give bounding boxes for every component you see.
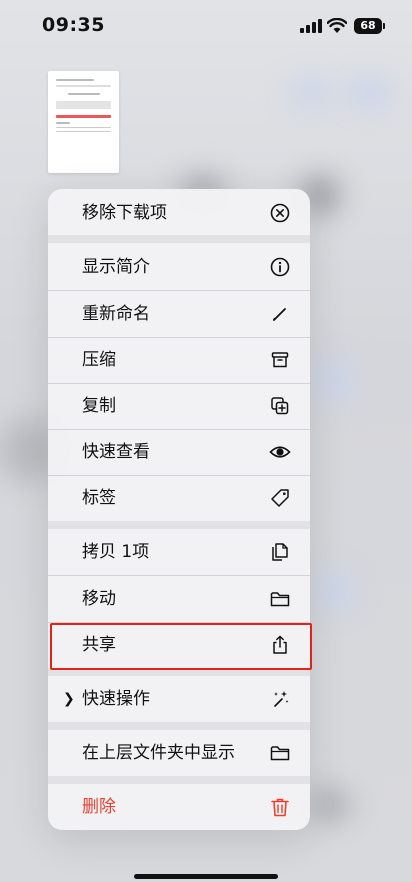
- menu-item-label: 移动: [82, 589, 116, 609]
- x-circle-icon: [270, 203, 290, 223]
- menu-item-label: 拷贝 1项: [82, 542, 150, 562]
- menu-item-delete[interactable]: 删除: [48, 784, 310, 830]
- tag-icon: [271, 489, 289, 507]
- cellular-signal-icon: [300, 19, 322, 33]
- menu-item-copy-items[interactable]: 拷贝 1项: [48, 529, 310, 575]
- folder-icon: [270, 592, 290, 607]
- menu-item-move[interactable]: 移动: [48, 576, 310, 622]
- group-divider: [48, 668, 310, 676]
- menu-item-label: 快速操作: [82, 689, 150, 709]
- blurred-shape: [315, 360, 355, 400]
- folder-icon: [270, 746, 290, 761]
- menu-item-label: 复制: [82, 396, 116, 416]
- menu-item-duplicate[interactable]: 复制: [48, 383, 310, 429]
- menu-item-get-info[interactable]: 显示简介: [48, 244, 310, 290]
- group-divider: [48, 235, 310, 243]
- group-divider: [48, 521, 310, 529]
- menu-item-tags[interactable]: 标签: [48, 475, 310, 521]
- menu-item-show-in-enclosing-folder[interactable]: 在上层文件夹中显示: [48, 730, 310, 776]
- document-thumbnail[interactable]: [48, 71, 119, 173]
- archive-box-icon: [271, 352, 289, 368]
- blurred-shape: [345, 78, 393, 108]
- menu-item-quick-actions[interactable]: ❯ 快速操作: [48, 676, 310, 722]
- menu-item-rename[interactable]: 重新命名: [48, 291, 310, 337]
- blurred-shape: [290, 78, 330, 108]
- status-bar: 09:35 68: [0, 0, 412, 54]
- home-indicator[interactable]: [134, 874, 278, 879]
- context-menu: 移除下载项 显示简介 重新命名 压缩 复制 快速查看 标签 拷贝 1项 移动 共…: [48, 189, 310, 830]
- menu-item-compress[interactable]: 压缩: [48, 337, 310, 383]
- menu-item-label: 标签: [82, 488, 116, 508]
- wifi-icon: [327, 18, 347, 33]
- group-divider: [48, 776, 310, 784]
- menu-item-label: 显示简介: [82, 257, 150, 277]
- menu-item-label: 移除下载项: [82, 203, 167, 223]
- menu-item-label: 压缩: [82, 350, 116, 370]
- menu-item-share[interactable]: 共享: [48, 622, 310, 668]
- status-time: 09:35: [42, 14, 105, 36]
- chevron-right-icon: ❯: [63, 691, 75, 707]
- blurred-shape: [310, 790, 350, 820]
- copy-doc-icon: [272, 543, 288, 561]
- eye-icon: [269, 446, 291, 458]
- menu-item-quick-look[interactable]: 快速查看: [48, 429, 310, 475]
- menu-item-label: 删除: [82, 797, 116, 817]
- menu-item-label: 重新命名: [82, 304, 150, 324]
- battery-icon: 68: [354, 18, 385, 34]
- info-circle-icon: [270, 257, 290, 277]
- menu-item-label: 在上层文件夹中显示: [82, 743, 235, 763]
- trash-icon: [271, 798, 289, 817]
- menu-item-label: 共享: [82, 635, 116, 655]
- pencil-icon: [272, 308, 286, 321]
- duplicate-icon: [271, 397, 289, 415]
- menu-item-remove-download[interactable]: 移除下载项: [48, 190, 310, 236]
- menu-item-label: 快速查看: [82, 442, 150, 462]
- sparkles-icon: [274, 691, 289, 707]
- blurred-shape: [315, 570, 355, 610]
- group-divider: [48, 722, 310, 730]
- share-icon: [273, 635, 287, 654]
